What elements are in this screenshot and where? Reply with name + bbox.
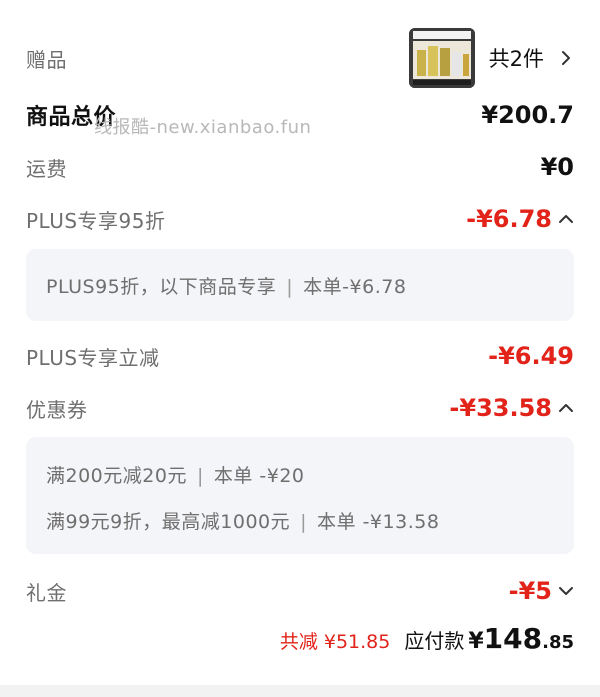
shipping-value: ¥0 [540, 153, 574, 181]
coupon-detail-line: 满200元减20元 | 本单 -¥20 [46, 461, 554, 488]
watermark-text: 线报酷-new.xianbao.fun [94, 117, 312, 138]
separator: | [196, 465, 204, 487]
pay-amount-decimal: .85 [542, 632, 574, 653]
plus95-detail-amount: 本单-¥6.78 [303, 276, 407, 298]
gift-money-value: -¥5 [508, 577, 552, 605]
coupon-detail-line: 满99元9折，最高减1000元 | 本单 -¥13.58 [46, 507, 554, 534]
shipping-label: 运费 [26, 156, 67, 181]
plus95-detail-box: PLUS95折，以下商品专享 | 本单-¥6.78 [26, 249, 574, 321]
plus-reduce-value: -¥6.49 [488, 342, 574, 370]
plus95-label: PLUS专享95折 [26, 208, 166, 233]
coupon-label: 优惠券 [26, 397, 88, 422]
separator: | [300, 511, 308, 533]
plus95-detail-desc: PLUS95折，以下商品专享 [46, 276, 277, 298]
gift-product-image [408, 28, 475, 88]
coupon-value-group: -¥33.58 [449, 394, 574, 422]
coupon-detail-amount: 本单 -¥13.58 [317, 511, 440, 533]
gift-row[interactable]: 赠品 共2件 [26, 26, 574, 90]
coupon-row[interactable]: 优惠券 -¥33.58 [26, 392, 574, 424]
gift-money-label: 礼金 [26, 580, 67, 605]
plus95-row[interactable]: PLUS专享95折 -¥6.78 [26, 203, 574, 235]
separator: | [286, 276, 294, 298]
gift-count: 共2件 [488, 47, 544, 71]
chevron-down-icon[interactable] [558, 583, 574, 599]
plus95-value: -¥6.78 [466, 205, 552, 233]
total-reduce: 共减 ¥51.85 [279, 631, 391, 653]
gift-thumbnail[interactable] [408, 28, 475, 88]
coupon-value: -¥33.58 [449, 394, 552, 422]
bottom-divider [0, 685, 600, 697]
coupon-detail-desc: 满99元9折，最高减1000元 [46, 511, 291, 533]
chevron-up-icon[interactable] [558, 400, 574, 416]
gift-summary[interactable]: 共2件 [408, 28, 574, 88]
coupon-detail-amount: 本单 -¥20 [213, 465, 305, 487]
pay-label: 应付款 [404, 629, 465, 653]
chevron-right-icon[interactable] [558, 50, 574, 66]
plus95-detail-line: PLUS95折，以下商品专享 | 本单-¥6.78 [46, 272, 554, 299]
pay-currency: ¥ [468, 629, 484, 654]
payment-summary: 共减 ¥51.85 应付款 ¥ 148 .85 [280, 622, 574, 655]
plus-reduce-label: PLUS专享立减 [26, 345, 160, 370]
gift-money-value-group: -¥5 [509, 577, 574, 605]
gift-label: 赠品 [26, 47, 67, 72]
gift-money-row[interactable]: 礼金 -¥5 [26, 575, 574, 607]
coupon-detail-desc: 满200元减20元 [46, 465, 187, 487]
total-price-value: ¥200.7 [481, 101, 574, 129]
plus95-value-group: -¥6.78 [466, 205, 574, 233]
chevron-up-icon[interactable] [558, 211, 574, 227]
plus-reduce-row: PLUS专享立减 -¥6.49 [26, 340, 574, 372]
shipping-row: 运费 ¥0 [26, 151, 574, 183]
pay-amount-integer: 148 [483, 622, 543, 655]
coupon-detail-box: 满200元减20元 | 本单 -¥20 满99元9折，最高减1000元 | 本单 -¥1… [26, 437, 574, 554]
